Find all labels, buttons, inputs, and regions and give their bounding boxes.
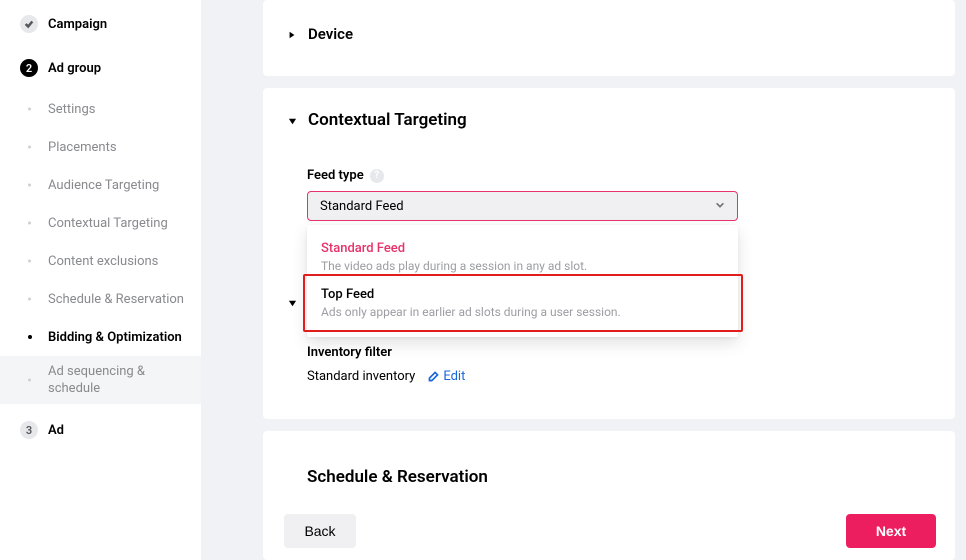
caret-right-icon (288, 24, 298, 43)
back-button[interactable]: Back (284, 514, 356, 548)
inventory-filter-value: Standard inventory (307, 369, 415, 384)
sidebar-item-label: Placements (48, 140, 117, 155)
sidebar-item-label: Schedule & Reservation (48, 292, 184, 307)
help-icon[interactable]: ? (370, 169, 384, 183)
feed-type-label-row: Feed type ? (307, 168, 384, 183)
step-ad-label: Ad (48, 423, 64, 438)
step-campaign-label: Campaign (48, 17, 107, 32)
feed-type-select[interactable]: Standard Feed (307, 191, 738, 221)
feed-type-label: Feed type (307, 168, 364, 183)
sidebar-item-contextual-targeting[interactable]: Contextual Targeting (0, 204, 201, 242)
caret-down-icon (288, 293, 298, 312)
sidebar-item-label: Bidding & Optimization (48, 330, 182, 345)
content-exclusions-caret[interactable] (288, 293, 308, 312)
pencil-icon (427, 370, 440, 383)
sidebar-item-ad-sequencing[interactable]: Ad sequencing & schedule (0, 356, 201, 404)
step-adgroup[interactable]: 2 Ad group (0, 50, 201, 86)
edit-label: Edit (443, 369, 465, 384)
next-button[interactable]: Next (846, 514, 936, 548)
feed-type-dropdown: Standard Feed The video ads play during … (307, 225, 738, 337)
sidebar-item-label: Audience Targeting (48, 178, 159, 193)
check-icon (20, 15, 38, 33)
sidebar-item-label: Content exclusions (48, 254, 158, 269)
step-campaign[interactable]: Campaign (0, 6, 201, 42)
option-desc: Ads only appear in earlier ad slots duri… (321, 305, 724, 319)
sidebar-item-audience-targeting[interactable]: Audience Targeting (0, 166, 201, 204)
card-schedule-reservation: Schedule & Reservation Back Next (263, 431, 955, 560)
card-device: Device (263, 0, 955, 76)
sidebar-item-bidding-optimization[interactable]: Bidding & Optimization (0, 318, 201, 356)
option-desc: The video ads play during a session in a… (321, 259, 724, 273)
chevron-down-icon (715, 199, 725, 214)
device-title: Device (308, 25, 353, 43)
inventory-filter-label: Inventory filter (307, 345, 392, 360)
step-ad[interactable]: 3 Ad (0, 412, 201, 448)
step-number-icon: 3 (20, 421, 38, 439)
contextual-header[interactable]: Contextual Targeting (288, 110, 467, 130)
contextual-title: Contextual Targeting (308, 110, 467, 130)
step-number-icon: 2 (20, 59, 38, 77)
sidebar-item-content-exclusions[interactable]: Content exclusions (0, 242, 201, 280)
feed-type-selected-value: Standard Feed (320, 199, 404, 214)
step-adgroup-label: Ad group (48, 61, 101, 76)
sidebar-item-schedule-reservation[interactable]: Schedule & Reservation (0, 280, 201, 318)
edit-link[interactable]: Edit (427, 369, 465, 384)
sidebar-item-placements[interactable]: Placements (0, 128, 201, 166)
caret-down-icon (288, 111, 298, 130)
option-title: Standard Feed (321, 241, 724, 256)
schedule-title: Schedule & Reservation (307, 467, 488, 487)
inventory-filter-row: Standard inventory Edit (307, 369, 465, 384)
sidebar-item-label: Settings (48, 102, 95, 117)
dropdown-option-top-feed[interactable]: Top Feed Ads only appear in earlier ad s… (307, 281, 738, 327)
card-contextual-targeting: Contextual Targeting Feed type ? Standar… (263, 88, 955, 419)
sidebar: Campaign 2 Ad group Settings Placements … (0, 0, 201, 560)
option-title: Top Feed (321, 287, 724, 302)
device-header[interactable]: Device (288, 24, 353, 43)
sidebar-item-label: Ad sequencing & schedule (48, 364, 191, 398)
sidebar-item-settings[interactable]: Settings (0, 90, 201, 128)
sidebar-item-label: Contextual Targeting (48, 216, 168, 231)
dropdown-option-standard-feed[interactable]: Standard Feed The video ads play during … (307, 235, 738, 281)
